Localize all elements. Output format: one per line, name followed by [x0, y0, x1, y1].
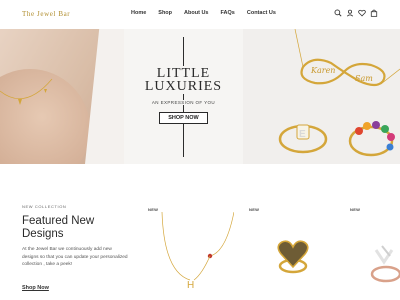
search-icon[interactable]	[334, 9, 342, 17]
hero-title: LITTLE LUXURIES	[124, 66, 243, 94]
site-logo[interactable]: The Jewel Bar	[22, 10, 70, 18]
product-card[interactable]: NEW	[350, 204, 400, 300]
hero-divider-line	[183, 37, 184, 157]
featured-title: Featured New Designs	[22, 215, 95, 240]
nav-home[interactable]: Home	[131, 10, 146, 16]
featured-description: At the Jewel Bar we continuously add new…	[22, 247, 128, 267]
initial-e-ring: E	[278, 124, 328, 154]
product-card[interactable]: NEW	[249, 204, 344, 300]
main-nav: Home Shop About Us FAQs Contact Us	[131, 10, 288, 16]
rose-gold-ring-image[interactable]	[356, 212, 400, 300]
hero-subtitle: AN EXPRESSION OF YOU	[124, 100, 243, 105]
necklace-chain-illustration	[0, 78, 53, 105]
svg-text:E: E	[299, 129, 306, 140]
hero-shop-now-button[interactable]: SHOP NOW	[159, 112, 208, 124]
svg-text:H: H	[187, 280, 194, 291]
nav-about-us[interactable]: About Us	[184, 10, 208, 16]
account-icon[interactable]	[346, 9, 354, 17]
wishlist-heart-icon[interactable]	[358, 9, 366, 17]
nav-faqs[interactable]: FAQs	[220, 10, 234, 16]
hero-banner: LITTLE LUXURIES AN EXPRESSION OF YOU SHO…	[0, 29, 400, 164]
pendant-name-2: Sam	[355, 74, 373, 83]
model-necklace-image	[0, 29, 124, 164]
hero-title-line2: LUXURIES	[144, 79, 223, 94]
featured-shop-now-link[interactable]: Shop Now	[22, 285, 49, 291]
initial-h-necklace-image[interactable]: H	[154, 212, 234, 300]
infinity-name-pendant: Karen Sam	[300, 58, 386, 87]
hero-text-panel: LITTLE LUXURIES AN EXPRESSION OF YOU SHO…	[124, 29, 243, 164]
site-header: The Jewel Bar Home Shop About Us FAQs Co…	[0, 0, 400, 29]
featured-text-block: NEW COLLECTION Featured New Designs At t…	[22, 204, 132, 269]
featured-section: NEW COLLECTION Featured New Designs At t…	[0, 164, 400, 300]
cart-bag-icon[interactable]	[370, 9, 378, 17]
featured-eyebrow: NEW COLLECTION	[22, 204, 67, 209]
nav-shop[interactable]: Shop	[158, 10, 172, 16]
gemstone-ring	[348, 121, 395, 157]
heart-signet-ring-image[interactable]	[255, 212, 335, 300]
pendant-name-1: Karen	[310, 66, 335, 75]
header-icons	[334, 9, 378, 17]
jewelry-collage-image: Karen Sam E	[243, 29, 400, 164]
nav-contact-us[interactable]: Contact Us	[247, 10, 276, 16]
product-card[interactable]: NEW H	[148, 204, 243, 300]
